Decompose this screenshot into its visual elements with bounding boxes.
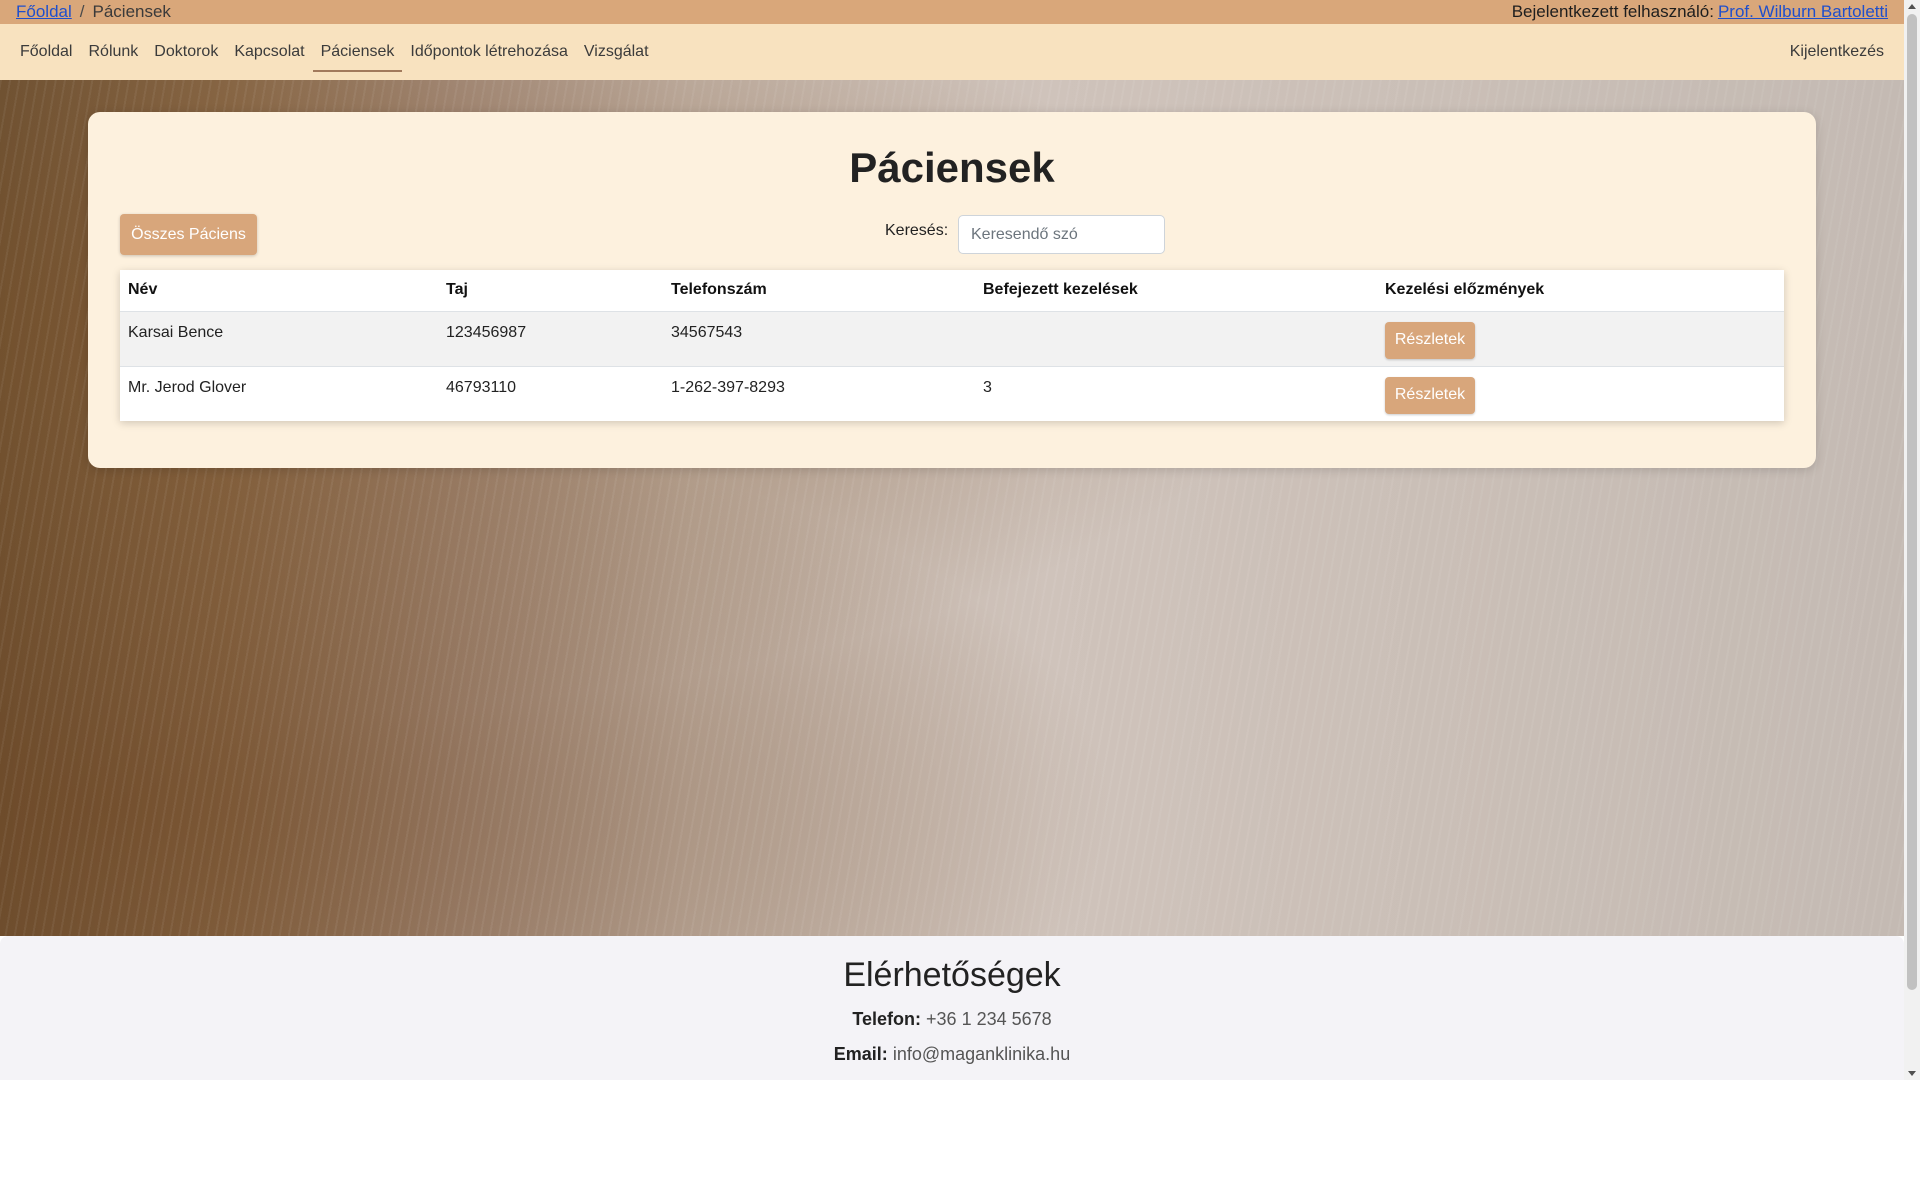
- table-row: Mr. Jerod Glover 46793110 1-262-397-8293…: [120, 366, 1784, 421]
- footer-email-label: Email:: [833, 1044, 888, 1064]
- footer-email-value: info@maganklinika.hu: [892, 1044, 1071, 1064]
- patients-table-container: Név Taj Telefonszám Befejezett kezelések…: [120, 270, 1784, 421]
- column-header-taj: Taj: [438, 270, 663, 312]
- breadcrumb-home-link[interactable]: Főoldal: [16, 2, 72, 22]
- logged-in-user: Bejelentkezett felhasználó: Prof. Wilburn…: [1512, 2, 1888, 22]
- search-input[interactable]: [958, 215, 1165, 254]
- cell-phone: 1-262-397-8293: [671, 378, 785, 396]
- footer-phone-label: Telefon:: [852, 1009, 922, 1029]
- cell-completed: [975, 311, 1377, 367]
- cell-name: Karsai Bence: [120, 311, 438, 367]
- nav-item-contact[interactable]: Kapcsolat: [226, 24, 312, 80]
- breadcrumb-bar: Főoldal / Páciensek Bejelentkezett felha…: [0, 0, 1904, 24]
- cell-phone: 34567543: [663, 311, 975, 367]
- nav-links: Főoldal Rólunk Doktorok Kapcsolat Pácien…: [12, 24, 657, 80]
- nav-item-doctors[interactable]: Doktorok: [146, 24, 226, 80]
- footer-email-line: Email: info@maganklinika.hu: [0, 1044, 1904, 1065]
- details-button[interactable]: Részletek: [1385, 321, 1475, 359]
- nav-item-patients[interactable]: Páciensek: [312, 24, 403, 80]
- contact-footer: Elérhetőségek Telefon: +36 1 234 5678 Em…: [0, 936, 1904, 1080]
- table-header-row: Név Taj Telefonszám Befejezett kezelések…: [120, 270, 1784, 312]
- main-navbar: Főoldal Rólunk Doktorok Kapcsolat Pácien…: [0, 24, 1904, 80]
- column-header-history: Kezelési előzmények: [1377, 270, 1784, 312]
- logout-link[interactable]: Kijelentkezés: [1790, 43, 1892, 61]
- table-row: Karsai Bence 123456987 34567543 Részlete…: [120, 311, 1784, 367]
- breadcrumb-current: Páciensek: [92, 2, 171, 21]
- nav-item-about[interactable]: Rólunk: [80, 24, 146, 80]
- cell-name: Mr. Jerod Glover: [128, 378, 247, 396]
- scroll-down-arrow-icon[interactable]: [1908, 1071, 1916, 1076]
- user-profile-link[interactable]: Prof. Wilburn Bartoletti: [1718, 2, 1888, 21]
- column-header-name: Név: [120, 270, 438, 312]
- cell-history: Részletek: [1377, 311, 1784, 367]
- search-label: Keresés:: [885, 222, 949, 239]
- cell-history: Részletek: [1377, 366, 1784, 421]
- column-header-phone: Telefonszám: [663, 270, 975, 312]
- footer-title: Elérhetőségek: [843, 956, 1061, 994]
- patients-card: Páciensek Összes Páciens Keresés: Név Ta…: [88, 112, 1816, 468]
- details-button[interactable]: Részletek: [1385, 376, 1475, 414]
- scrollbar-thumb[interactable]: [1907, 14, 1917, 990]
- nav-item-home[interactable]: Főoldal: [12, 24, 80, 80]
- cell-taj: 46793110: [446, 378, 516, 396]
- page-viewport: Főoldal / Páciensek Bejelentkezett felha…: [0, 0, 1904, 1080]
- cell-completed: 3: [983, 378, 992, 396]
- footer-phone-line: Telefon: +36 1 234 5678: [0, 1009, 1904, 1030]
- patients-table: Név Taj Telefonszám Befejezett kezelések…: [120, 270, 1784, 421]
- breadcrumb-separator: /: [79, 2, 85, 21]
- breadcrumb: Főoldal / Páciensek: [16, 2, 171, 22]
- page-title: Páciensek: [849, 144, 1055, 191]
- column-header-completed: Befejezett kezelések: [975, 270, 1377, 312]
- scroll-up-arrow-icon[interactable]: [1908, 4, 1916, 9]
- cell-taj: 123456987: [438, 311, 663, 367]
- all-patients-button[interactable]: Összes Páciens: [120, 214, 257, 255]
- footer-phone-value: +36 1 234 5678: [926, 1009, 1052, 1029]
- user-label: Bejelentkezett felhasználó:: [1511, 2, 1714, 21]
- nav-item-examination[interactable]: Vizsgálat: [576, 24, 657, 80]
- vertical-scrollbar[interactable]: [1904, 0, 1920, 1080]
- nav-item-create-appointments[interactable]: Időpontok létrehozása: [402, 24, 575, 80]
